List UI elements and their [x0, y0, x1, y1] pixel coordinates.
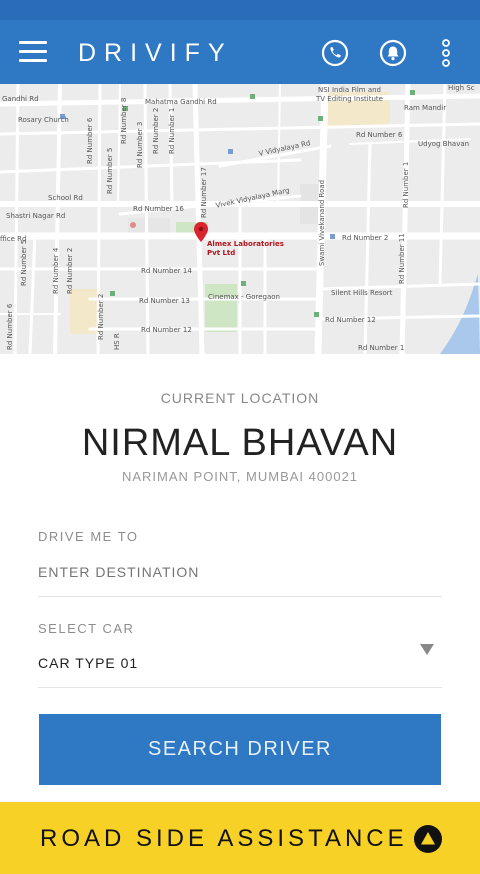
map-label: Rd Number 2	[342, 234, 389, 242]
map-label: Rd Number 8	[120, 97, 128, 144]
map-label: Rd Number 6	[356, 131, 403, 139]
map-label: HS R	[113, 333, 121, 350]
pin-label-line2: Pvt Ltd	[207, 249, 236, 257]
destination-divider	[38, 596, 442, 597]
map-label: Rd Number 12	[325, 316, 376, 324]
map-label: Udyog Bhavan	[418, 140, 470, 148]
map-label: Rd Number 3	[136, 121, 144, 168]
map-label: Rd Number 13	[139, 297, 190, 305]
current-location-name: NIRMAL BHAVAN	[81, 422, 399, 464]
map-roads	[0, 84, 480, 354]
current-location-caption: CURRENT LOCATION	[160, 390, 320, 406]
map-label: Shastri Nagar Rd	[6, 212, 66, 220]
destination-label: DRIVE ME TO	[38, 529, 139, 544]
map-label: School Rd	[48, 194, 83, 202]
pin-label: Almex Laboratories Pvt Ltd	[207, 240, 284, 258]
car-select-value[interactable]: CAR TYPE 01	[38, 655, 138, 671]
map-label: Rd Number 16	[133, 205, 184, 213]
road-side-assistance-button[interactable]: ROAD SIDE ASSISTANCE	[0, 802, 480, 874]
current-location-address: NARIMAN POINT, MUMBAI 400021	[121, 469, 359, 484]
app-title: DRIVIFY	[78, 39, 233, 67]
map-label: Rd Number 1	[402, 161, 410, 208]
map-label: Rosary Church	[18, 116, 69, 124]
map-label: Rd Number 2	[152, 107, 160, 154]
map-label: TV Editing Institute	[316, 95, 383, 103]
road-side-assistance-label: ROAD SIDE ASSISTANCE	[40, 825, 408, 852]
map-label: Silent Hills Resort	[331, 289, 393, 297]
map-view[interactable]: Gandhi Rd Mahatma Gandhi Rd NSI India Fi…	[0, 84, 480, 354]
dropdown-caret-icon[interactable]	[420, 644, 434, 655]
map-label: Rd Number 2	[97, 293, 105, 340]
phone-icon[interactable]	[321, 39, 349, 67]
bell-icon[interactable]	[379, 39, 407, 67]
warning-triangle-icon	[414, 825, 442, 853]
destination-input[interactable]	[38, 562, 418, 582]
map-label: Rd Number 2	[66, 247, 74, 294]
map-label: Ram Mandir	[404, 104, 447, 112]
car-select-divider	[38, 687, 442, 688]
search-driver-button[interactable]: SEARCH DRIVER	[39, 714, 441, 785]
map-label: Rd Number 12	[141, 326, 192, 334]
status-bar	[0, 0, 480, 20]
map-label: Rd Number 6	[86, 117, 94, 164]
map-label: Rd Number 1	[168, 107, 176, 154]
more-vertical-icon[interactable]	[438, 39, 454, 67]
map-label: Cinemax - Goregaon	[208, 293, 280, 301]
map-label: Gandhi Rd	[2, 95, 39, 103]
map-label: NSI India Film and	[318, 86, 381, 94]
car-select-label: SELECT CAR	[38, 621, 135, 636]
map-label: Rd Number 1	[358, 344, 405, 352]
map-label: Rd Number 11	[398, 233, 406, 284]
map-label: Rd Number 14	[141, 267, 192, 275]
map-label: Rd Number 5	[106, 147, 114, 194]
map-label: Rd Number 17	[200, 167, 208, 218]
map-label: Rd Number 4	[52, 247, 60, 294]
map-label: High Sc	[448, 84, 475, 92]
app-bar: DRIVIFY	[0, 20, 480, 84]
map-label: Rd Number 5	[20, 239, 28, 286]
map-label: Mahatma Gandhi Rd	[145, 98, 217, 106]
map-label: Rd Number 6	[6, 303, 14, 350]
hamburger-menu-icon[interactable]	[19, 39, 47, 65]
pin-label-line1: Almex Laboratories	[207, 240, 284, 248]
map-label: Swami Vivekanand Road	[318, 179, 326, 266]
